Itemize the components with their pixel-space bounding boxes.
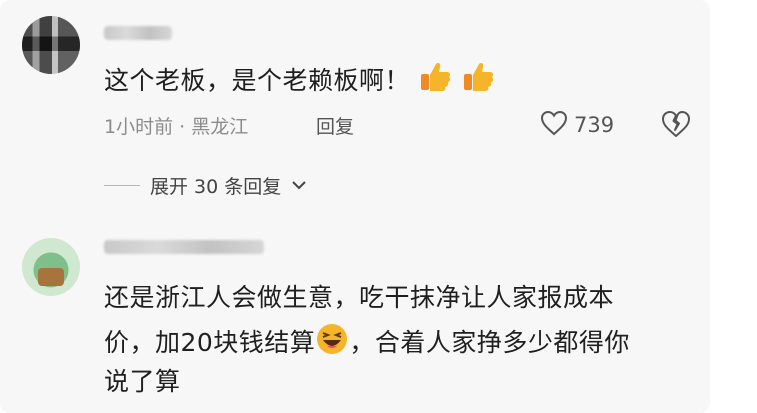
heart-icon (540, 110, 568, 140)
expand-replies-button[interactable]: 展开 30 条回复 (104, 172, 307, 199)
thumbs-up-icon (418, 60, 452, 104)
username-blurred[interactable] (104, 240, 264, 254)
comments-panel: 这个老板，是个老赖板啊！ 1小时前 · 黑龙江 回复 739 展开 30 条回复… (0, 0, 710, 413)
comment-2-line-3: 说了算 (104, 367, 181, 396)
comment-2-line-1: 还是浙江人会做生意，吃干抹净让人家报成本 (104, 283, 615, 312)
divider (104, 185, 140, 186)
broken-heart-icon[interactable] (661, 110, 691, 142)
comment-2-line-2: 价，加20块钱结算 ，合着人家挣多少都得你 (104, 322, 630, 366)
username-blurred[interactable] (104, 26, 172, 40)
chevron-down-icon (291, 176, 307, 195)
avatar[interactable] (22, 16, 80, 74)
like-button[interactable]: 739 (540, 110, 614, 140)
comment-text: ，合着人家挣多少都得你 (349, 328, 630, 357)
expand-replies-label: 展开 30 条回复 (150, 176, 282, 198)
reply-button[interactable]: 回复 (316, 112, 354, 139)
like-count: 739 (574, 113, 615, 137)
comment-text: 价，加20块钱结算 (104, 328, 316, 357)
comment-text: 这个老板，是个老赖板啊！ (104, 66, 411, 95)
avatar[interactable] (22, 238, 80, 296)
thumbs-up-icon (461, 60, 495, 104)
comment-meta: 1小时前 · 黑龙江 (104, 116, 249, 138)
comment-1-text: 这个老板，是个老赖板啊！ (104, 60, 495, 104)
laughing-face-icon (315, 322, 349, 366)
